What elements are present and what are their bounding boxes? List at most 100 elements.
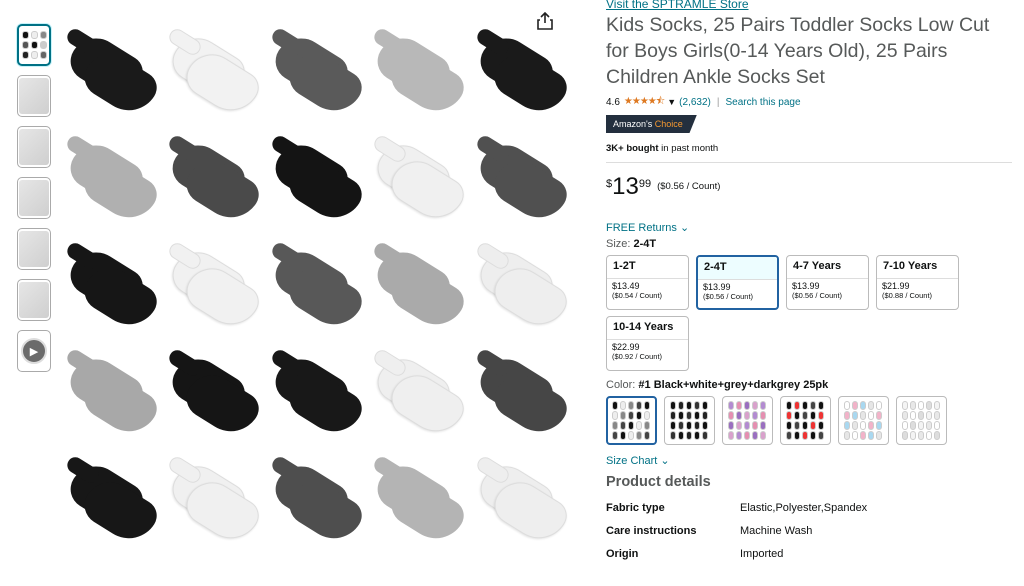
sock-pair: [160, 339, 266, 446]
sock-pair: [365, 18, 470, 125]
price-fraction: 99: [638, 178, 652, 190]
sock-pair: [365, 125, 470, 232]
star-rating-icon[interactable]: ★★★★⯪: [624, 94, 665, 111]
color-swatch-6[interactable]: [896, 396, 947, 445]
size-option-price: $22.99: [612, 342, 640, 352]
color-swatch-5[interactable]: [838, 396, 889, 445]
sock-pair: [58, 125, 163, 232]
rating-value: 4.6: [606, 96, 620, 108]
detail-value: Elastic,Polyester,Spandex: [740, 502, 868, 514]
sock-pair: [263, 232, 368, 339]
thumbnail-image: [19, 282, 49, 318]
sock-pair: [365, 232, 470, 339]
price-block: $ 13 99 ($0.56 / Count): [606, 175, 1016, 199]
sock-pair: [58, 232, 163, 339]
sock-pair: [263, 339, 368, 446]
size-option-price-box: $22.99 ($0.92 / Count): [607, 339, 688, 364]
product-details-heading: Product details: [606, 474, 711, 490]
thumbnail-image: [19, 231, 49, 267]
thumbnail-7[interactable]: ▶: [17, 330, 51, 372]
swatch-image: [786, 401, 825, 440]
sock-pair: [58, 446, 163, 553]
color-swatch-1[interactable]: [606, 396, 657, 445]
thumbnail-image: [19, 129, 49, 165]
sock-pair: [263, 18, 368, 125]
size-option-2-4t[interactable]: 2-4T $13.99 ($0.56 / Count): [696, 255, 779, 310]
sock-image-grid: [58, 0, 573, 586]
search-this-page-link[interactable]: Search this page: [725, 97, 800, 108]
thumbnail-strip: ▶: [17, 24, 53, 381]
size-option-price-box: $13.99 ($0.56 / Count): [698, 279, 777, 304]
thumbnail-1[interactable]: [17, 24, 51, 66]
color-label: Color: #1 Black+white+grey+darkgrey 25pk: [606, 379, 1016, 391]
detail-row: Origin Imported: [606, 548, 1016, 571]
size-option-1-2t[interactable]: 1-2T $13.49 ($0.54 / Count): [606, 255, 689, 310]
sock-pair: [160, 18, 266, 125]
size-option-4-7-years[interactable]: 4-7 Years $13.99 ($0.56 / Count): [786, 255, 869, 310]
detail-row: Fabric type Elastic,Polyester,Spandex: [606, 502, 1016, 525]
detail-value: Imported: [740, 548, 784, 560]
swatch-image: [612, 401, 651, 440]
product-details-table: Fabric type Elastic,Polyester,Spandex Care…: [606, 502, 1016, 571]
size-label-prefix: Size:: [606, 238, 634, 250]
main-product-image[interactable]: [58, 0, 573, 586]
chevron-down-icon: ⌄: [660, 455, 670, 467]
price-per-unit: ($0.56 / Count): [657, 181, 721, 192]
size-option-unit-price: ($0.56 / Count): [792, 291, 843, 300]
sock-pair: [365, 339, 470, 446]
swatch-image: [844, 401, 883, 440]
detail-value: Machine Wash: [740, 525, 813, 537]
rating-row: 4.6 ★★★★⯪ ▼ (2,632) | Search this page: [606, 94, 1016, 110]
size-option-10-14-years[interactable]: 10-14 Years $22.99 ($0.92 / Count): [606, 316, 689, 371]
chevron-down-icon[interactable]: ▼: [667, 97, 676, 107]
color-swatch-2[interactable]: [664, 396, 715, 445]
sock-pair: [263, 125, 368, 232]
color-swatches: [606, 396, 1016, 445]
separator: |: [716, 96, 720, 108]
size-chart-link[interactable]: Size Chart ⌄: [606, 454, 1016, 467]
badge-prefix: Amazon's: [613, 119, 653, 129]
sock-pair: [160, 232, 266, 339]
sock-pair: [58, 18, 163, 125]
bought-info: 3K+ bought in past month: [606, 143, 1016, 154]
color-selected-value: #1 Black+white+grey+darkgrey 25pk: [638, 379, 829, 391]
sock-pair: [365, 446, 470, 553]
size-option-price: $13.99: [703, 282, 731, 292]
size-option-7-10-years[interactable]: 7-10 Years $21.99 ($0.88 / Count): [876, 255, 959, 310]
share-icon[interactable]: [532, 8, 558, 34]
size-option-label: 2-4T: [698, 257, 777, 279]
thumbnail-5[interactable]: [17, 228, 51, 270]
rating-count-link[interactable]: (2,632): [679, 97, 711, 108]
price-whole: 13: [612, 173, 639, 200]
store-link[interactable]: Visit the SPTRAMLE Store: [606, 0, 1016, 11]
sock-pair: [468, 125, 573, 232]
thumbnail-6[interactable]: [17, 279, 51, 321]
sock-pair: [468, 339, 573, 446]
detail-row: Care instructions Machine Wash: [606, 525, 1016, 548]
thumbnail-3[interactable]: [17, 126, 51, 168]
thumbnail-image: [21, 31, 47, 59]
color-swatch-3[interactable]: [722, 396, 773, 445]
product-title: Kids Socks, 25 Pairs Toddler Socks Low C…: [606, 14, 990, 88]
color-label-prefix: Color:: [606, 379, 639, 391]
thumbnail-4[interactable]: [17, 177, 51, 219]
bought-period: in past month: [658, 143, 719, 154]
size-option-label: 1-2T: [613, 260, 636, 272]
sock-pair: [468, 18, 573, 125]
size-option-price: $13.99: [792, 281, 820, 291]
swatch-image: [902, 401, 941, 440]
swatch-image: [670, 401, 709, 440]
sock-pair: [468, 232, 573, 339]
size-option-label: 10-14 Years: [613, 321, 674, 333]
free-returns-link[interactable]: FREE Returns ⌄: [606, 221, 1016, 234]
thumbnail-2[interactable]: [17, 75, 51, 117]
chevron-down-icon: ⌄: [679, 222, 690, 234]
thumbnail-image: [19, 78, 49, 114]
size-options: 1-2T $13.49 ($0.54 / Count) 2-4T $13.99 ($0.5…: [606, 255, 1016, 371]
size-option-unit-price: ($0.56 / Count): [703, 292, 754, 301]
play-icon: ▶: [21, 338, 47, 364]
size-option-unit-price: ($0.92 / Count): [612, 352, 663, 361]
color-swatch-4[interactable]: [780, 396, 831, 445]
size-option-price: $21.99: [882, 281, 910, 291]
sock-pair: [58, 339, 163, 446]
